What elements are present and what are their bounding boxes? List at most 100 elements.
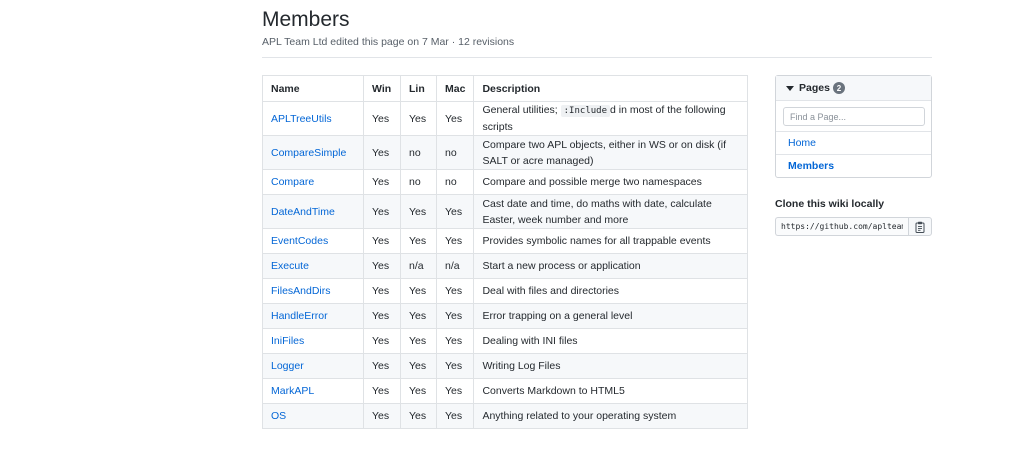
cell-lin: Yes [400, 378, 437, 404]
cell-description: Deal with files and directories [473, 278, 748, 304]
cell-lin: Yes [400, 353, 437, 379]
cell-mac: Yes [435, 303, 475, 329]
table-row: HandleError Yes Yes Yes Error trapping o… [262, 303, 748, 329]
member-link[interactable]: EventCodes [271, 235, 328, 247]
cell-lin: Yes [400, 194, 437, 229]
table-row: Logger Yes Yes Yes Writing Log Files [262, 353, 748, 379]
cell-mac: n/a [435, 253, 475, 279]
copy-clone-url-button[interactable] [908, 217, 932, 236]
cell-lin: no [400, 135, 437, 170]
cell-win: Yes [363, 169, 401, 195]
cell-mac: Yes [435, 101, 475, 136]
cell-win: Yes [363, 228, 401, 254]
cell-name: IniFiles [262, 328, 364, 354]
members-table: Name Win Lin Mac Description APLTreeUtil… [262, 75, 748, 429]
pages-link-members[interactable]: Members [788, 160, 834, 172]
cell-description: Cast date and time, do maths with date, … [473, 194, 748, 229]
cell-name: Execute [262, 253, 364, 279]
cell-description: Dealing with INI files [473, 328, 748, 354]
cell-win: Yes [363, 353, 401, 379]
cell-name: CompareSimple [262, 135, 364, 170]
cell-mac: Yes [435, 353, 475, 379]
cell-description: Error trapping on a general level [473, 303, 748, 329]
cell-lin: Yes [400, 101, 437, 136]
cell-win: Yes [363, 135, 401, 170]
member-link[interactable]: FilesAndDirs [271, 285, 331, 297]
table-row: MarkAPL Yes Yes Yes Converts Markdown to… [262, 378, 748, 404]
cell-mac: Yes [435, 194, 475, 229]
member-link[interactable]: DateAndTime [271, 206, 335, 218]
table-row: CompareSimple Yes no no Compare two APL … [262, 135, 748, 170]
cell-win: Yes [363, 328, 401, 354]
column-header-name: Name [262, 75, 364, 102]
cell-description: Converts Markdown to HTML5 [473, 378, 748, 404]
cell-description: Writing Log Files [473, 353, 748, 379]
cell-win: Yes [363, 278, 401, 304]
cell-win: Yes [363, 378, 401, 404]
cell-win: Yes [363, 253, 401, 279]
cell-mac: Yes [435, 403, 475, 429]
cell-mac: Yes [435, 278, 475, 304]
clone-url-input[interactable] [775, 217, 908, 236]
cell-description: Start a new process or application [473, 253, 748, 279]
member-link[interactable]: Logger [271, 360, 304, 372]
cell-lin: Yes [400, 328, 437, 354]
cell-description: Provides symbolic names for all trappabl… [473, 228, 748, 254]
cell-lin: Yes [400, 303, 437, 329]
cell-name: EventCodes [262, 228, 364, 254]
cell-description: Anything related to your operating syste… [473, 403, 748, 429]
description-text: General utilities; [482, 104, 561, 116]
table-row: EventCodes Yes Yes Yes Provides symbolic… [262, 228, 748, 254]
column-header-description: Description [473, 75, 748, 102]
table-row: OS Yes Yes Yes Anything related to your … [262, 403, 748, 429]
member-link[interactable]: IniFiles [271, 335, 304, 347]
pages-item-home: Home [776, 131, 931, 154]
cell-name: APLTreeUtils [262, 101, 364, 136]
pages-toggle[interactable]: Pages 2 [776, 76, 931, 101]
pages-item-members: Members [776, 154, 931, 177]
cell-lin: Yes [400, 278, 437, 304]
pages-label: Pages [799, 82, 830, 94]
member-link[interactable]: Compare [271, 176, 314, 188]
header-divider [262, 57, 932, 58]
column-header-win: Win [363, 75, 401, 102]
member-link[interactable]: MarkAPL [271, 385, 314, 397]
cell-win: Yes [363, 403, 401, 429]
member-link[interactable]: Execute [271, 260, 309, 272]
inline-code: :Include [560, 105, 610, 117]
cell-win: Yes [363, 303, 401, 329]
cell-mac: Yes [435, 228, 475, 254]
cell-name: DateAndTime [262, 194, 364, 229]
member-link[interactable]: HandleError [271, 310, 328, 322]
column-header-lin: Lin [400, 75, 437, 102]
page-meta: APL Team Ltd edited this page on 7 Mar ·… [262, 36, 515, 48]
clone-title: Clone this wiki locally [775, 198, 885, 210]
cell-mac: Yes [435, 328, 475, 354]
cell-win: Yes [363, 194, 401, 229]
wiki-header: Members APL Team Ltd edited this page on… [262, 7, 932, 48]
table-row: IniFiles Yes Yes Yes Dealing with INI fi… [262, 328, 748, 354]
member-link[interactable]: CompareSimple [271, 147, 346, 159]
column-header-mac: Mac [435, 75, 475, 102]
cell-description: General utilities; :Include d in most of … [473, 101, 748, 136]
cell-win: Yes [363, 101, 401, 136]
cell-name: HandleError [262, 303, 364, 329]
cell-description: Compare two APL objects, either in WS or… [473, 135, 748, 170]
cell-name: Compare [262, 169, 364, 195]
page-title: Members [262, 8, 350, 31]
cell-lin: Yes [400, 228, 437, 254]
table-header-row: Name Win Lin Mac Description [262, 75, 748, 102]
pages-count-badge: 2 [832, 82, 845, 94]
cell-lin: n/a [400, 253, 437, 279]
member-link[interactable]: OS [271, 410, 286, 422]
clipboard-icon [915, 221, 925, 233]
member-link[interactable]: APLTreeUtils [271, 113, 332, 125]
cell-name: Logger [262, 353, 364, 379]
cell-mac: Yes [435, 378, 475, 404]
cell-mac: no [435, 135, 475, 170]
pages-link-home[interactable]: Home [788, 137, 816, 149]
cell-name: OS [262, 403, 364, 429]
find-page-input[interactable] [783, 107, 925, 126]
clone-url-group [775, 217, 932, 236]
pages-sidebar: Pages 2 Home Members [775, 75, 932, 178]
